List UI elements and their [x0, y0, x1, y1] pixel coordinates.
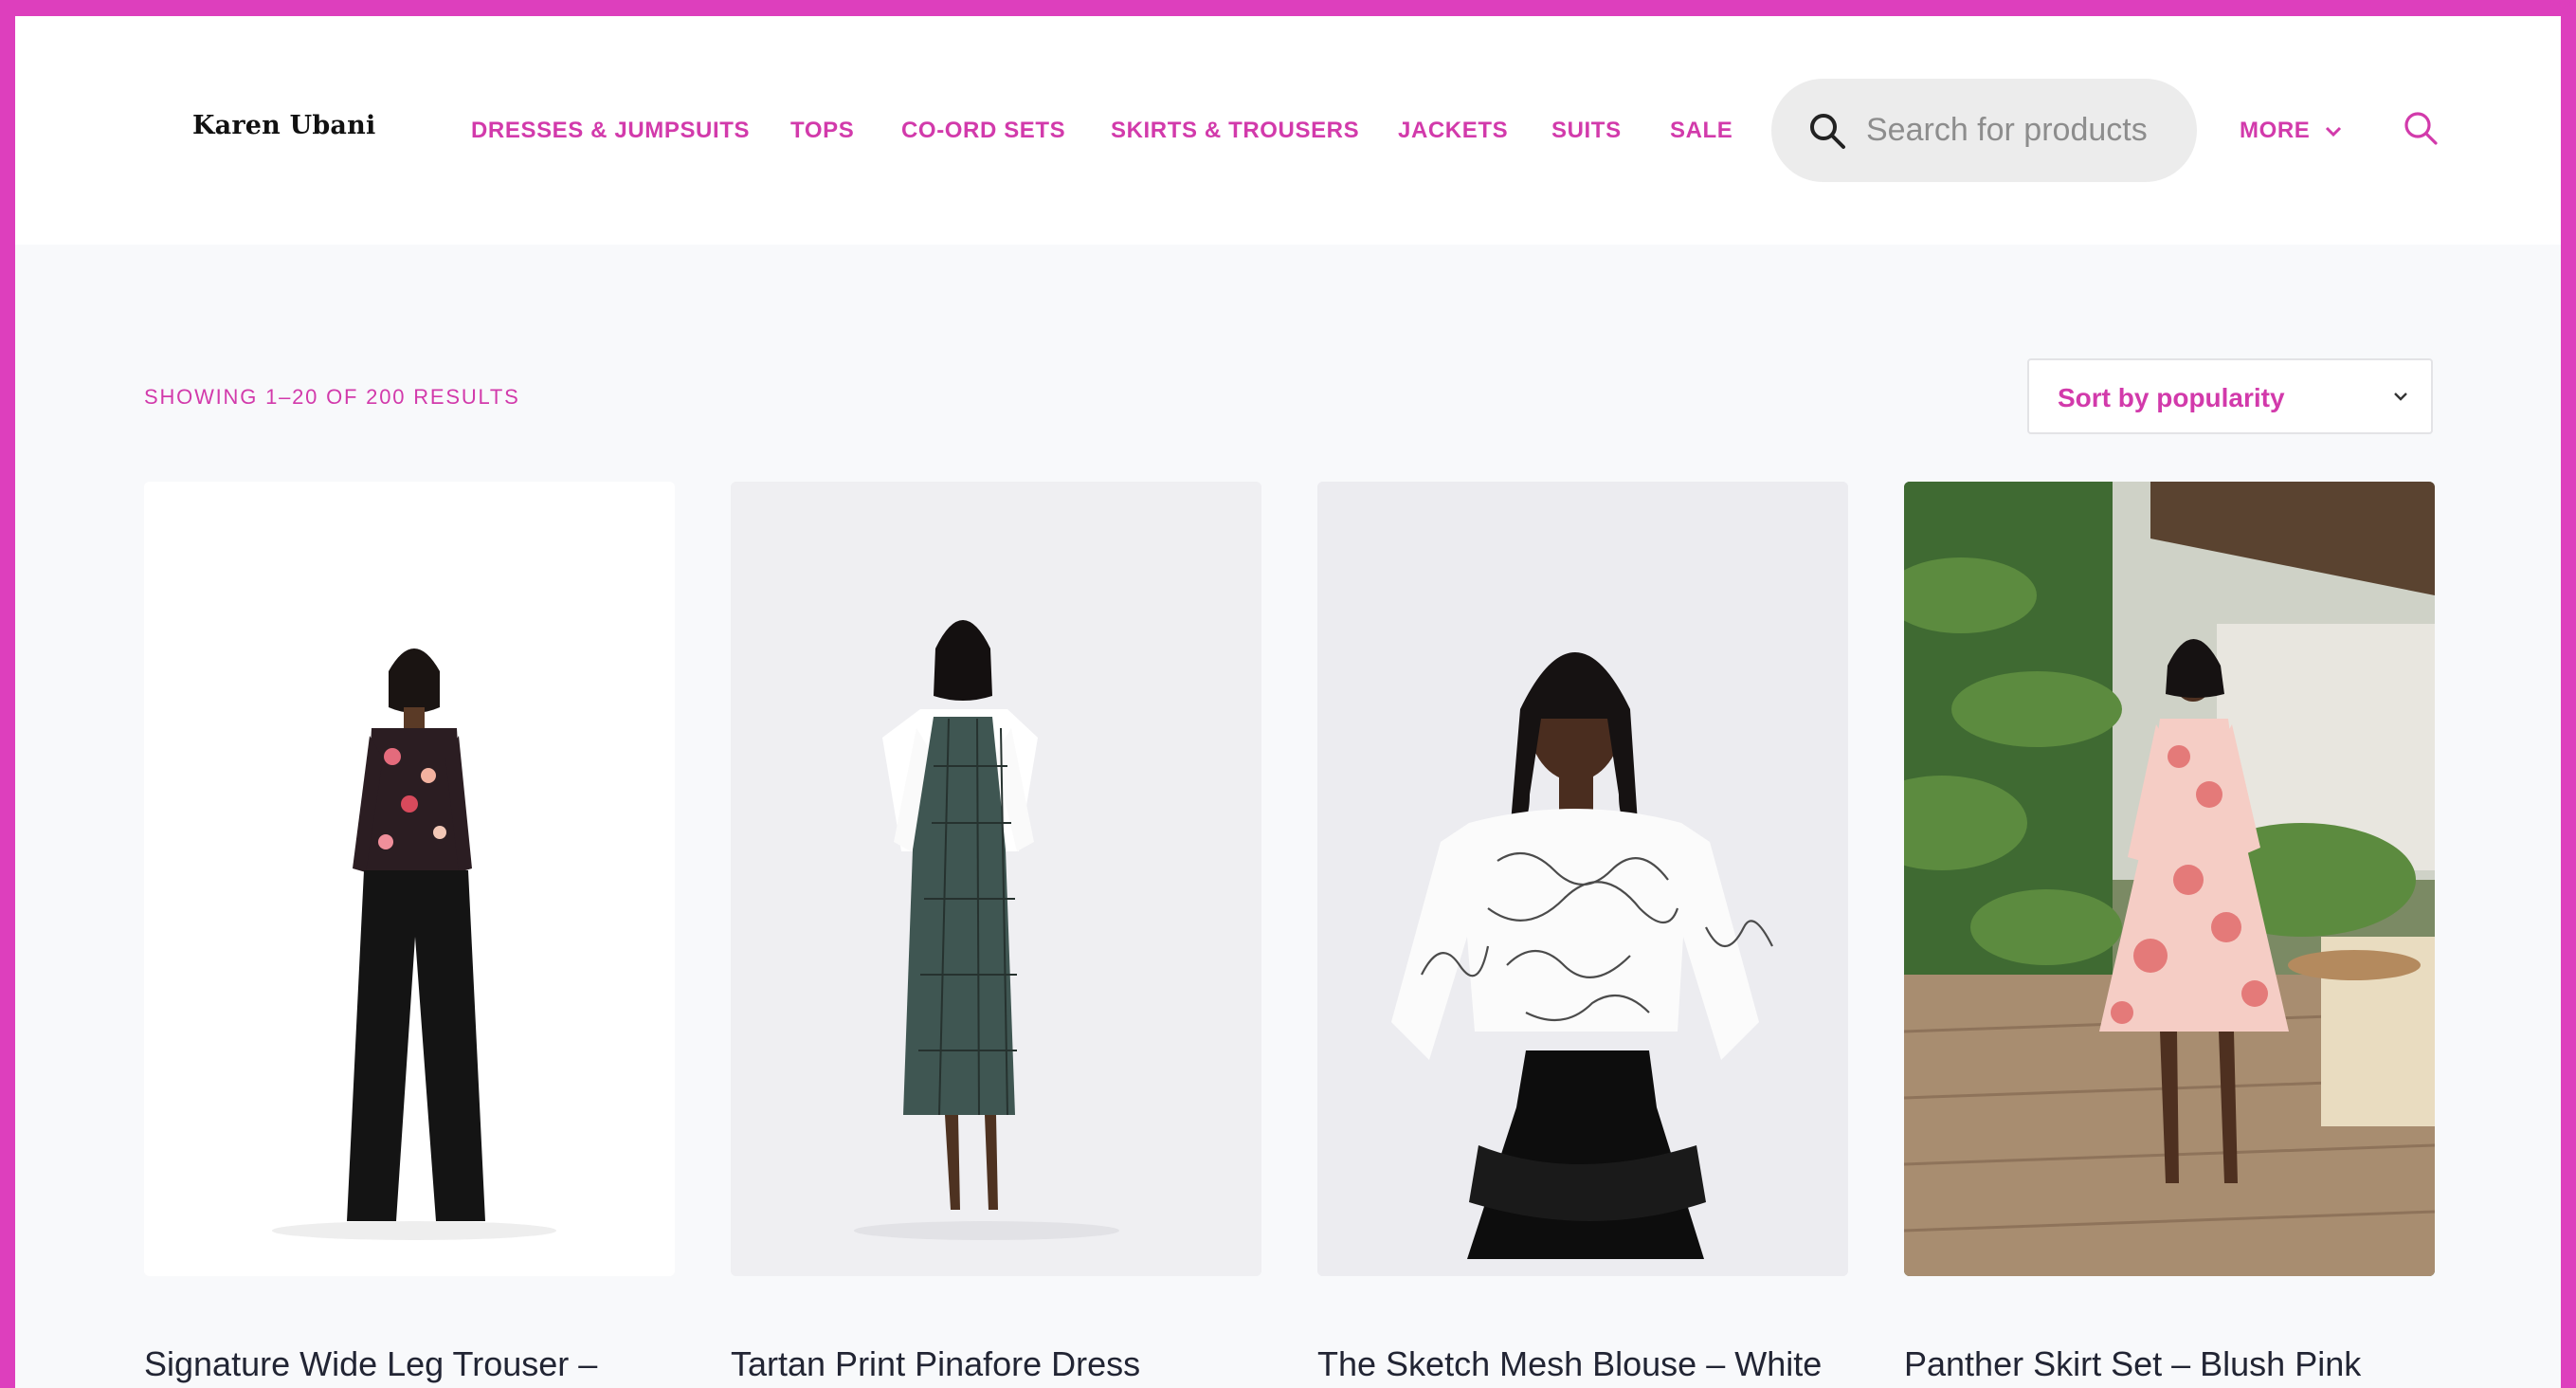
nav-item-tops[interactable]: TOPS: [790, 118, 854, 144]
sort-selected-value: Sort by popularity: [2058, 383, 2285, 412]
sort-dropdown[interactable]: Sort by popularity: [2027, 358, 2433, 434]
page-frame: Karen Ubani DRESSES & JUMPSUITS TOPS CO-…: [15, 16, 2561, 1388]
product-image[interactable]: [1317, 482, 1848, 1276]
product-image[interactable]: [1904, 482, 2435, 1276]
nav-item-suits[interactable]: SUITS: [1551, 118, 1622, 144]
nav-item-skirts-trousers[interactable]: SKIRTS & TROUSERS: [1111, 118, 1359, 144]
site-header: Karen Ubani DRESSES & JUMPSUITS TOPS CO-…: [15, 16, 2561, 245]
more-menu-label: MORE: [2240, 118, 2311, 143]
product-title[interactable]: Tartan Print Pinafore Dress: [731, 1342, 1261, 1386]
product-search-box[interactable]: [1771, 79, 2197, 182]
site-logo[interactable]: Karen Ubani: [192, 111, 375, 140]
product-card[interactable]: Signature Wide Leg Trouser – Black: [144, 482, 675, 1383]
product-image[interactable]: [731, 482, 1261, 1276]
header-search-icon[interactable]: [2403, 110, 2439, 146]
more-menu-button[interactable]: MORE: [2240, 118, 2342, 144]
product-card[interactable]: Tartan Print Pinafore Dress: [731, 482, 1261, 1383]
nav-item-jackets[interactable]: JACKETS: [1398, 118, 1508, 144]
search-icon: [1807, 111, 1847, 151]
product-card[interactable]: Panther Skirt Set – Blush Pink Floral: [1904, 482, 2435, 1383]
product-title[interactable]: The Sketch Mesh Blouse – White: [1317, 1342, 1848, 1386]
nav-item-dresses-jumpsuits[interactable]: DRESSES & JUMPSUITS: [471, 118, 750, 144]
chevron-down-icon: [2325, 118, 2342, 144]
product-title[interactable]: Signature Wide Leg Trouser – Black: [144, 1342, 675, 1388]
product-title[interactable]: Panther Skirt Set – Blush Pink Floral: [1904, 1342, 2435, 1388]
product-image[interactable]: [144, 482, 675, 1276]
product-card[interactable]: The Sketch Mesh Blouse – White: [1317, 482, 1848, 1383]
nav-item-sale[interactable]: SALE: [1670, 118, 1732, 144]
nav-item-co-ord-sets[interactable]: CO-ORD SETS: [901, 118, 1065, 144]
search-input[interactable]: [1866, 103, 2179, 156]
results-count: SHOWING 1–20 OF 200 RESULTS: [144, 385, 520, 409]
